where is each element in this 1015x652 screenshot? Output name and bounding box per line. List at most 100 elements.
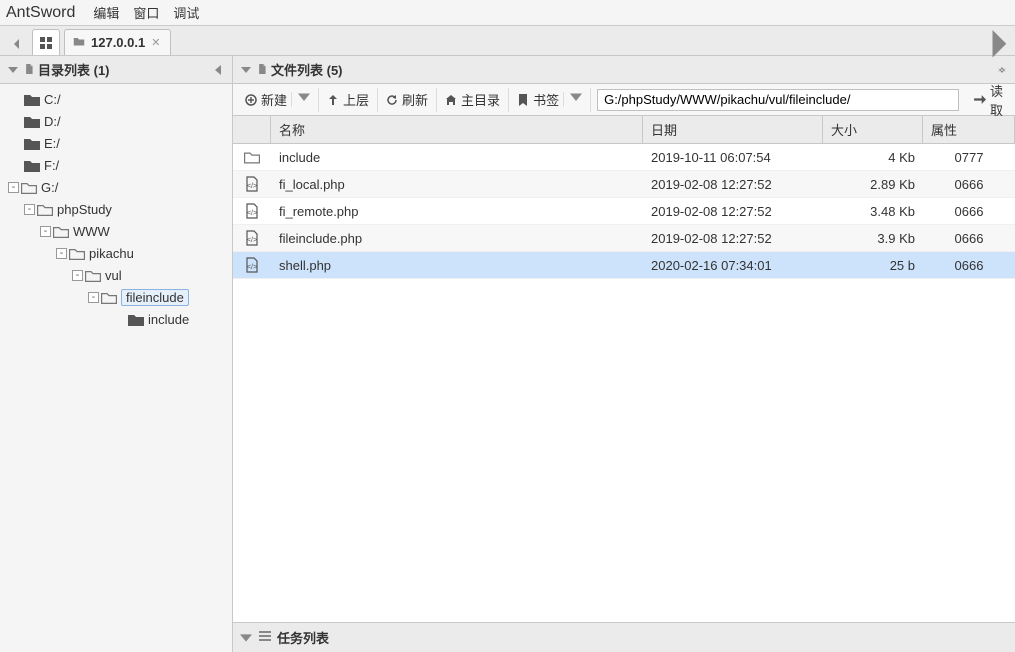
file-panel-header: 文件列表 (5) [233,56,1015,84]
path-input[interactable] [597,89,959,111]
file-size: 2.89 Kb [823,177,923,192]
file-date: 2019-02-08 12:27:52 [643,204,823,219]
svg-text:</>: </> [247,237,257,244]
collapse-icon[interactable]: - [24,204,35,215]
tree-node-label: E:/ [44,136,60,151]
tree-node-label: F:/ [44,158,59,173]
file-toolbar: 新建 上层 刷新 主目录 书签 读取 [233,84,1015,116]
new-button[interactable]: 新建 [237,88,319,112]
folder-icon [69,246,85,260]
folder-icon [53,224,69,238]
col-date[interactable]: 日期 [643,116,823,143]
tree-folder[interactable]: -phpStudy [0,198,232,220]
tree-node-label: vul [105,268,122,283]
bookmark-button[interactable]: 书签 [509,88,591,112]
file-icon [24,62,34,77]
collapse-icon[interactable]: - [88,292,99,303]
php-file-icon: </> [233,230,271,246]
tree-node-label: G:/ [41,180,58,195]
refresh-button[interactable]: 刷新 [378,88,437,112]
file-name: shell.php [271,258,643,273]
folder-icon [73,34,85,51]
home-label: 主目录 [461,90,500,109]
file-name: fi_remote.php [271,204,643,219]
file-attr: 0666 [923,204,1015,219]
folder-icon [101,290,117,304]
file-date: 2020-02-16 07:34:01 [643,258,823,273]
table-row[interactable]: </>fi_local.php2019-02-08 12:27:522.89 K… [233,171,1015,198]
file-name: include [271,150,643,165]
tree-drive[interactable]: F:/ [0,154,232,176]
col-attr[interactable]: 属性 [923,116,1015,143]
collapse-icon[interactable]: - [56,248,67,259]
panel-collapse-icon[interactable] [212,65,226,75]
read-button[interactable]: 读取 [965,88,1011,112]
menu-edit[interactable]: 编辑 [87,1,125,24]
folder-icon [85,268,101,282]
collapse-icon[interactable]: - [8,182,19,193]
file-table[interactable]: 名称 日期 大小 属性 include2019-10-11 06:07:544 … [233,116,1015,622]
file-size: 4 Kb [823,150,923,165]
tree-folder[interactable]: - vul [0,264,232,286]
file-attr: 0666 [923,258,1015,273]
chevron-down-icon[interactable] [291,92,310,107]
toggle-spacer [8,114,22,128]
menu-window[interactable]: 窗口 [127,1,165,24]
file-attr: 0777 [923,150,1015,165]
tasks-toggle-icon[interactable] [239,632,253,644]
folder-icon [233,149,271,165]
tasks-panel[interactable]: 任务列表 [233,622,1015,652]
tree-node-label: D:/ [44,114,61,129]
toggle-spacer [8,136,22,150]
col-icon[interactable] [233,116,271,143]
folder-icon [24,136,40,150]
collapse-icon[interactable]: - [72,270,83,281]
table-row[interactable]: </>fileinclude.php2019-02-08 12:27:523.9… [233,225,1015,252]
php-file-icon: </> [233,176,271,192]
tree-folder[interactable]: -WWW [0,220,232,242]
file-date: 2019-10-11 06:07:54 [643,150,823,165]
file-icon [257,62,267,77]
panel-expand-icon[interactable] [995,65,1009,75]
panel-toggle-icon[interactable] [239,65,253,75]
app-name: AntSword [6,4,85,22]
folder-icon [21,180,37,194]
table-row[interactable]: </>fi_remote.php2019-02-08 12:27:523.48 … [233,198,1015,225]
table-row[interactable]: include2019-10-11 06:07:544 Kb0777 [233,144,1015,171]
tree-drive[interactable]: D:/ [0,110,232,132]
col-size[interactable]: 大小 [823,116,923,143]
panel-toggle-icon[interactable] [6,65,20,75]
new-label: 新建 [261,90,287,109]
directory-tree[interactable]: C:/D:/E:/F:/-G:/-phpStudy-WWW-pikachu-vu… [0,84,232,652]
file-attr: 0666 [923,177,1015,192]
file-size: 3.48 Kb [823,204,923,219]
file-size: 3.9 Kb [823,231,923,246]
tree-drive-g[interactable]: - G:/ [0,176,232,198]
tree-folder-current[interactable]: -fileinclude [0,286,232,308]
tree-folder[interactable]: - pikachu [0,242,232,264]
chevron-down-icon[interactable] [563,92,582,107]
folder-icon [37,202,53,216]
directory-panel-header: 目录列表 (1) [0,56,232,84]
up-button[interactable]: 上层 [319,88,378,112]
tab-next-button[interactable] [987,33,1009,55]
tab-host[interactable]: 127.0.0.1 ✕ [64,29,171,55]
tree-drive[interactable]: E:/ [0,132,232,154]
tree-folder[interactable]: include [0,308,232,330]
collapse-icon[interactable]: - [40,226,51,237]
tab-close-icon[interactable]: ✕ [151,36,160,49]
toggle-spacer [8,158,22,172]
tree-node-label: pikachu [89,246,134,261]
toggle-spacer [112,312,126,326]
menu-debug[interactable]: 调试 [167,1,205,24]
table-row[interactable]: </>shell.php2020-02-16 07:34:0125 b0666 [233,252,1015,279]
directory-panel: 目录列表 (1) C:/D:/E:/F:/-G:/-phpStudy-WWW-p… [0,56,233,652]
up-label: 上层 [343,90,369,109]
file-panel: 文件列表 (5) 新建 上层 刷新 主目录 [233,56,1015,652]
tree-drive[interactable]: C:/ [0,88,232,110]
tab-prev-button[interactable] [6,33,28,55]
col-name[interactable]: 名称 [271,116,643,143]
tasks-title: 任务列表 [277,628,329,647]
home-button[interactable]: 主目录 [437,88,509,112]
tab-overview-button[interactable] [32,29,60,55]
